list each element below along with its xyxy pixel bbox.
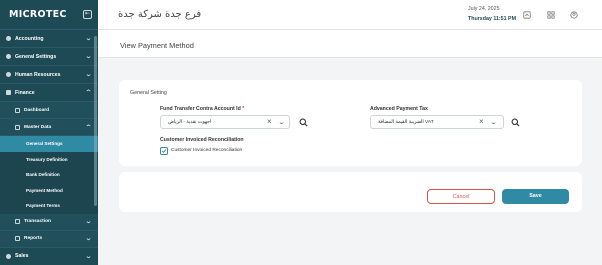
reconciliation-label: Customer Invoiced Reconciliation — [160, 137, 244, 143]
search-icon[interactable] — [511, 118, 520, 127]
sidebar-item-label: General Settings — [15, 53, 57, 60]
fund-transfer-value: اجهوت نقدية - الرياض — [168, 120, 212, 125]
chevron-down-icon[interactable]: ⌄ — [278, 119, 286, 126]
sidebar-item-transaction[interactable]: Transaction ⌄ — [0, 213, 98, 231]
chevron-down-icon: ⌄ — [84, 54, 93, 60]
sidebar-item-label: Dashboard — [24, 107, 50, 113]
sidebar-item-reports[interactable]: Reports ⌄ — [0, 230, 98, 248]
user-icon[interactable] — [570, 11, 578, 19]
logo: MICROTEC — [9, 9, 67, 20]
sidebar-item-dashboard[interactable]: Dashboard — [0, 102, 98, 119]
sidebar-item-label: Reports — [24, 236, 43, 241]
accounting-icon — [6, 36, 11, 41]
reconciliation-checkbox[interactable] — [160, 147, 168, 155]
chevron-down-icon: ⌄ — [84, 36, 93, 42]
grid-icon[interactable] — [547, 11, 555, 19]
master-data-icon — [15, 124, 20, 130]
cancel-button[interactable]: Cancel — [427, 189, 495, 204]
chevron-down-icon: ⌄ — [84, 219, 93, 225]
settings-icon — [6, 54, 11, 59]
sidebar-item-sales[interactable]: Sales ⌄ — [0, 248, 98, 265]
sidebar-item-label: Sales — [15, 253, 29, 259]
page-titlebar: View Payment Method — [98, 30, 602, 58]
reconciliation-checkbox-label: Customer Invoiced Reconciliation — [171, 148, 243, 153]
box-icon[interactable] — [523, 11, 531, 19]
sales-icon — [6, 253, 11, 259]
fund-transfer-label: Fund Transfer Contra Account Id * — [160, 106, 244, 112]
reports-icon — [15, 236, 20, 241]
chevron-up-icon: ⌃ — [84, 90, 93, 96]
chevron-down-icon: ⌄ — [84, 72, 93, 78]
chevron-up-icon: ⌃ — [84, 124, 93, 131]
advanced-payment-tax-value: الضريبة القيمة المضافة VAT — [378, 120, 434, 125]
sidebar-item-treasury-definition[interactable]: Treasury Definition — [0, 151, 98, 167]
actions-card: Cancel Save — [119, 172, 582, 212]
checkmark-icon — [161, 149, 167, 154]
finance-icon — [6, 90, 11, 95]
sidebar-item-label: Transaction — [24, 219, 51, 224]
sidebar: MICROTEC ⇤ Accounting ⌄ General Settings… — [0, 0, 98, 265]
current-day-time: Thursday 11:51 PM — [468, 16, 516, 22]
sidebar-item-general-settings[interactable]: General Settings ⌄ — [0, 48, 98, 66]
chevron-down-icon: ⌄ — [84, 236, 93, 242]
sidebar-item-general-settings-leaf[interactable]: General Settings — [0, 136, 98, 152]
chevron-down-icon: ⌄ — [84, 253, 93, 260]
sidebar-item-accounting[interactable]: Accounting ⌄ — [0, 30, 98, 48]
fund-transfer-label-text: Fund Transfer Contra Account Id — [160, 106, 241, 112]
company-name: فرع جدة شركة جدة — [118, 9, 202, 20]
sidebar-item-label: Master Data — [24, 124, 52, 130]
sidebar-item-label: Human Resources — [15, 71, 61, 78]
advanced-payment-tax-label: Advanced Payment Tax — [370, 106, 428, 112]
people-icon — [6, 72, 11, 77]
fund-transfer-select[interactable]: اجهوت نقدية - الرياض × ⌄ — [160, 115, 290, 129]
sidebar-item-bank-definition[interactable]: Bank Definition — [0, 167, 98, 183]
required-marker: * — [242, 106, 245, 112]
current-date: July 24, 2025 — [468, 6, 500, 12]
dashboard-icon — [15, 107, 20, 113]
sidebar-item-master-data[interactable]: Master Data ⌃ — [0, 119, 98, 136]
sidebar-scrollbar[interactable] — [94, 36, 97, 206]
general-setting-card: General Setting Fund Transfer Contra Acc… — [119, 80, 582, 166]
sidebar-item-finance[interactable]: Finance ⌃ — [0, 84, 98, 102]
section-title: General Setting — [130, 90, 167, 96]
top-header: فرع جدة شركة جدة July 24, 2025 Thursday … — [98, 0, 602, 30]
sidebar-item-label: Finance — [15, 89, 35, 96]
chevron-down-icon[interactable]: ⌄ — [490, 119, 498, 126]
advanced-payment-tax-select[interactable]: الضريبة القيمة المضافة VAT × ⌄ — [370, 115, 504, 129]
sidebar-item-human-resources[interactable]: Human Resources ⌄ — [0, 66, 98, 84]
logo-row: MICROTEC ⇤ — [0, 0, 98, 30]
sidebar-item-label: Accounting — [15, 35, 44, 42]
search-icon[interactable] — [299, 118, 308, 127]
sidebar-item-payment-terms[interactable]: Payment Terms — [0, 198, 98, 214]
sidebar-item-payment-method[interactable]: Payment Method — [0, 182, 98, 198]
clear-icon[interactable]: × — [267, 118, 272, 126]
save-button[interactable]: Save — [502, 189, 569, 204]
clear-icon[interactable]: × — [479, 118, 484, 126]
transaction-icon — [15, 219, 20, 224]
page-title: View Payment Method — [120, 41, 194, 50]
collapse-sidebar-icon[interactable]: ⇤ — [83, 10, 92, 19]
